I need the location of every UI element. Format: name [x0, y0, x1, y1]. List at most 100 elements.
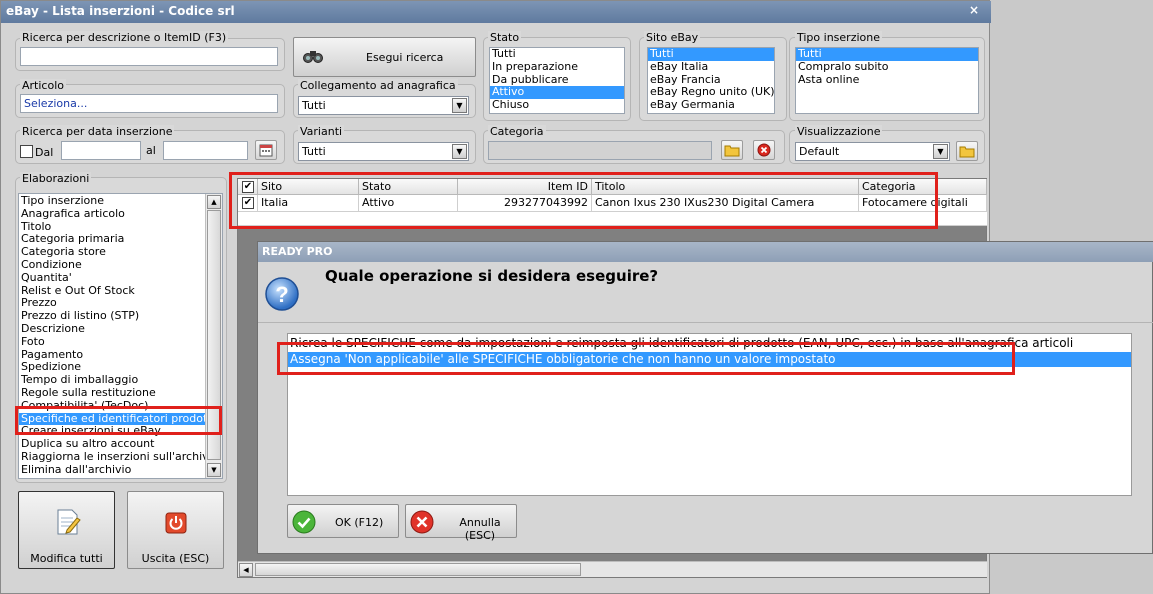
operation-listbox[interactable]: Ricrea le SPECIFICHE come da impostazion…: [287, 333, 1132, 496]
sito-ebay-list-item[interactable]: eBay Germania: [648, 98, 774, 112]
categoria-legend: Categoria: [488, 125, 546, 138]
delete-icon: [757, 143, 771, 157]
select-all-checkbox[interactable]: ✔: [242, 181, 254, 193]
stato-list-item[interactable]: Tutti: [490, 48, 624, 61]
search-legend: Ricerca per descrizione o ItemID (F3): [20, 31, 229, 44]
esegui-ricerca-button[interactable]: Esegui ricerca: [293, 37, 476, 77]
al-date-field[interactable]: [163, 141, 248, 160]
collegamento-legend: Collegamento ad anagrafica: [298, 79, 458, 92]
ok-button[interactable]: OK (F12): [287, 504, 399, 538]
calendar-button[interactable]: [255, 140, 277, 160]
search-input[interactable]: [20, 47, 278, 66]
dal-date-field[interactable]: [61, 141, 141, 160]
varianti-select[interactable]: Tutti ▼: [298, 142, 469, 161]
elaborazioni-list-item[interactable]: Quantita': [19, 271, 205, 285]
chevron-down-icon[interactable]: ▼: [933, 144, 948, 159]
grid-header-categoria[interactable]: Categoria: [859, 179, 987, 195]
dialog-separator: [258, 322, 1153, 323]
scroll-left-icon[interactable]: ◀: [239, 563, 253, 577]
question-icon: ?: [265, 277, 299, 311]
tipo-inserzione-list-item[interactable]: Tutti: [796, 48, 978, 61]
chevron-down-icon[interactable]: ▼: [452, 144, 467, 159]
stato-list-item[interactable]: Chiuso: [490, 98, 624, 112]
elaborazioni-listbox[interactable]: Tipo inserzione Anagrafica articolo Titolo…: [18, 193, 223, 479]
elaborazioni-list-item[interactable]: Riaggiorna le inserzioni sull'archivio: [19, 450, 218, 464]
operation-option[interactable]: Ricrea le SPECIFICHE come da impostazion…: [288, 336, 1131, 351]
grid-cell-check[interactable]: ✔: [238, 195, 258, 212]
categoria-field[interactable]: [488, 141, 712, 160]
esegui-ricerca-label: Esegui ricerca: [366, 51, 444, 64]
al-label: al: [146, 144, 156, 157]
tipo-inserzione-list-item[interactable]: Asta online: [796, 73, 978, 87]
elaborazioni-list-item[interactable]: Elimina dall'archivio: [19, 463, 205, 477]
stato-legend: Stato: [488, 31, 522, 44]
grid-horizontal-scrollbar[interactable]: ◀: [238, 561, 987, 577]
binoculars-icon: [303, 51, 323, 63]
stato-list-item[interactable]: In preparazione: [490, 60, 624, 74]
annulla-label: Annulla (ESC): [459, 516, 501, 542]
elaborazioni-list-item[interactable]: Condizione: [19, 258, 205, 272]
window-title: eBay - Lista inserzioni - Codice srl: [6, 4, 235, 18]
grid-empty-row: [238, 212, 987, 226]
grid-header-stato[interactable]: Stato: [359, 179, 458, 195]
tipo-inserzione-list-item[interactable]: Compralo subito: [796, 60, 978, 74]
elaborazioni-list-item[interactable]: Regole sulla restituzione: [19, 386, 205, 400]
svg-text:?: ?: [275, 282, 288, 307]
annulla-button[interactable]: Annulla (ESC): [405, 504, 517, 542]
grid-header-sito[interactable]: Sito: [258, 179, 359, 195]
scroll-up-icon[interactable]: ▲: [207, 195, 221, 209]
sito-ebay-legend: Sito eBay: [644, 31, 701, 44]
collegamento-select[interactable]: Tutti ▼: [298, 96, 469, 115]
grid-cell-sito[interactable]: Italia: [258, 195, 359, 212]
dal-label: Dal: [35, 146, 54, 159]
ok-label: OK (F12): [335, 516, 384, 529]
categoria-browse-button[interactable]: [721, 140, 743, 160]
elaborazioni-list-item[interactable]: Compatibilita' (TecDoc): [19, 399, 205, 413]
grid-header-item-id[interactable]: Item ID: [458, 179, 592, 195]
categoria-clear-button[interactable]: [753, 140, 775, 160]
edit-document-icon: [57, 509, 81, 535]
check-icon: [292, 510, 316, 534]
dialog-title: READY PRO: [262, 245, 333, 258]
grid-cell-stato[interactable]: Attivo: [359, 195, 458, 212]
elaborazioni-items: Tipo inserzione Anagrafica articolo Titolo…: [19, 194, 218, 477]
elaborazioni-list-item[interactable]: Anagrafica articolo: [19, 207, 205, 221]
elaborazioni-list-item[interactable]: Tipo inserzione: [19, 194, 205, 208]
uscita-label: Uscita (ESC): [141, 552, 210, 565]
dal-checkbox[interactable]: [20, 145, 33, 158]
operation-option-selected[interactable]: Assegna 'Non applicabile' alle SPECIFICH…: [288, 352, 1131, 367]
sito-ebay-list-item[interactable]: Tutti: [648, 48, 774, 61]
row-checkbox[interactable]: ✔: [242, 197, 254, 209]
dialog-question: Quale operazione si desidera eseguire?: [325, 267, 659, 285]
stato-listbox[interactable]: Tutti In preparazione Da pubblicare Attivo C…: [489, 47, 625, 114]
grid-cell-item-id[interactable]: 293277043992: [458, 195, 592, 212]
collegamento-value: Tutti: [302, 99, 326, 112]
tipo-inserzione-legend: Tipo inserzione: [795, 31, 882, 44]
visualizzazione-select[interactable]: Default ▼: [795, 142, 950, 161]
folder-icon: [959, 146, 975, 158]
scroll-down-icon[interactable]: ▼: [207, 463, 221, 477]
data-inserzione-legend: Ricerca per data inserzione: [20, 125, 175, 138]
uscita-button[interactable]: Uscita (ESC): [127, 491, 224, 569]
elaborazioni-scrollbar[interactable]: ▲ ▼: [205, 194, 222, 478]
close-icon[interactable]: ×: [967, 3, 981, 19]
elaborazioni-legend: Elaborazioni: [20, 172, 92, 185]
tipo-inserzione-listbox[interactable]: Tutti Compralo subito Asta online: [795, 47, 979, 114]
sito-ebay-list-item[interactable]: eBay Italia: [648, 60, 774, 74]
grid-cell-titolo[interactable]: Canon Ixus 230 IXus230 Digital Camera: [592, 195, 859, 212]
articolo-field[interactable]: Seleziona...: [20, 94, 278, 113]
grid-header-check[interactable]: ✔: [238, 179, 258, 195]
ready-pro-dialog: READY PRO ? Quale operazione si desidera…: [257, 241, 1153, 554]
chevron-down-icon[interactable]: ▼: [452, 98, 467, 113]
sito-ebay-listbox[interactable]: Tutti eBay Italia eBay Francia eBay Regno u…: [647, 47, 775, 114]
grid-header-titolo[interactable]: Titolo: [592, 179, 859, 195]
scroll-thumb[interactable]: [207, 210, 221, 460]
modifica-tutti-button[interactable]: Modifica tutti: [18, 491, 115, 569]
folder-icon: [724, 145, 740, 157]
visualizzazione-folder-button[interactable]: [956, 141, 978, 161]
elaborazioni-list-item[interactable]: Foto: [19, 335, 205, 349]
modifica-tutti-label: Modifica tutti: [30, 552, 103, 565]
elaborazioni-list-item[interactable]: Descrizione: [19, 322, 205, 336]
horizontal-scroll-thumb[interactable]: [255, 563, 581, 576]
grid-cell-categoria[interactable]: Fotocamere digitali: [859, 195, 987, 212]
